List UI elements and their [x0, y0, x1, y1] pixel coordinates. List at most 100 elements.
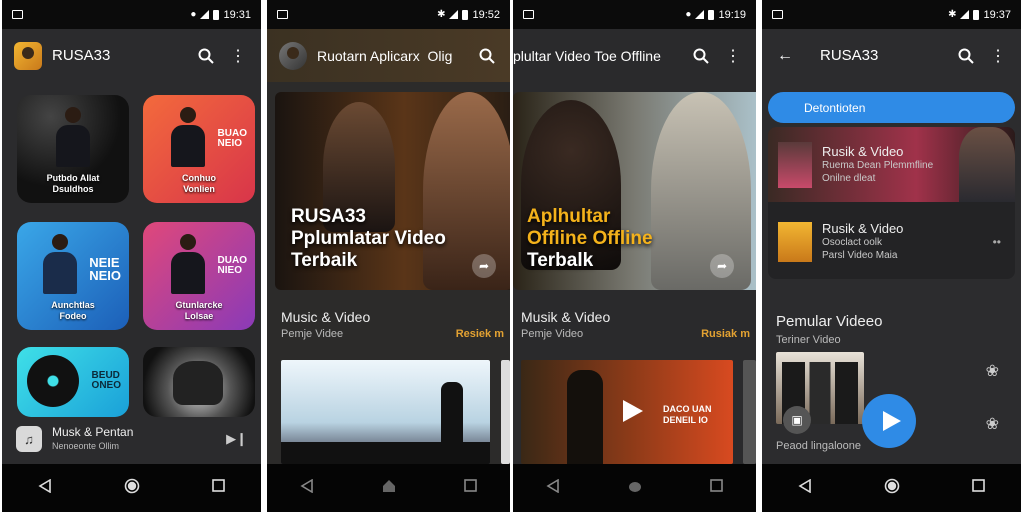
app-title: Ruotarn Aplicarx Olig: [317, 48, 466, 64]
gallery-icon: [523, 10, 534, 19]
status-bar: ● 19:31: [2, 0, 261, 29]
hero-line-1: RUSA33: [291, 206, 366, 227]
hero-banner[interactable]: RUSA33 Pplumlatar Video Terbaik ➦: [275, 92, 510, 290]
tile-6[interactable]: [143, 347, 255, 417]
video-thumbnail-next[interactable]: [743, 360, 756, 464]
settings-icon[interactable]: ❀: [986, 414, 999, 434]
play-icon[interactable]: [623, 400, 643, 422]
artist-portrait: [959, 127, 1015, 202]
tile-sublabel: Fodeo: [59, 311, 87, 321]
video-thumbnail[interactable]: [281, 360, 490, 464]
tile-side-text: BEUD ONEO: [91, 370, 121, 391]
skip-next-icon[interactable]: ▶❙: [226, 431, 247, 447]
nav-home-icon[interactable]: [627, 478, 643, 499]
nav-recents-icon[interactable]: [463, 479, 477, 497]
nav-home-icon[interactable]: [124, 478, 140, 499]
tile-label: Putbdo Allat: [46, 173, 100, 183]
app-avatar: [279, 41, 307, 70]
play-icon: [882, 411, 901, 431]
thumbnail-caption: Peaod lingaloone: [776, 440, 862, 452]
screen-home-grid: ● 19:31 RUSA33 ⋮ Putbdo Allat Dsuldhos BU…: [2, 0, 261, 512]
battery-icon: [213, 9, 220, 20]
back-arrow-icon[interactable]: ←: [774, 45, 796, 67]
wifi-icon: ●: [190, 9, 197, 20]
artist-figure: [170, 234, 205, 294]
tile-sublabel: Lolsae: [184, 311, 214, 321]
status-bar: ✱ 19:52: [267, 0, 510, 29]
section-title: Musik & Video: [521, 309, 611, 325]
more-options-icon[interactable]: ⋮: [722, 45, 744, 67]
mini-player-subtitle: Nenoeonte Ollim: [52, 441, 120, 451]
tile-5[interactable]: BEUD ONEO: [17, 347, 129, 417]
nav-recents-icon[interactable]: [972, 479, 985, 497]
share-icon[interactable]: ➦: [710, 254, 734, 278]
settings-icon[interactable]: ❀: [986, 361, 999, 381]
signal-icon: [200, 10, 210, 19]
gallery-icon: [12, 10, 23, 19]
section-subtitle: Pemje Video: [521, 328, 584, 340]
status-bar: ● 19:19: [513, 0, 756, 29]
tile-label: Gtunlarcke: [175, 300, 223, 310]
tile-4[interactable]: DUAO NIEO Gtunlarcke Lolsae: [143, 222, 255, 330]
nav-recents-icon[interactable]: [709, 479, 723, 497]
guitarist-figure: [42, 234, 77, 294]
nav-recents-icon[interactable]: [212, 479, 225, 497]
hero-line-3: Terbaik: [291, 250, 358, 271]
signal-icon: [449, 10, 459, 19]
tile-3[interactable]: NEIE NEIO Aunchtlas Fodeo: [17, 222, 129, 330]
search-icon[interactable]: [690, 45, 712, 67]
hero-banner[interactable]: Aplhultar Offline Offline Terbalk ➦: [513, 92, 756, 290]
tile-2[interactable]: BUAO NEIO Conhuo Vonlien: [143, 95, 255, 203]
signal-icon: [695, 10, 705, 19]
nav-back-icon[interactable]: [546, 478, 560, 498]
section-title: Pemular Videeo: [776, 313, 883, 330]
music-note-icon: ♫: [16, 426, 42, 452]
nav-back-icon[interactable]: [798, 478, 812, 498]
more-horizontal-icon[interactable]: ••: [993, 235, 1001, 249]
system-nav-bar: [513, 464, 756, 512]
hero-line-3: Terbalk: [527, 250, 594, 271]
app-title-extra: Olig: [427, 47, 453, 64]
action-pill-button[interactable]: Detontioten: [768, 92, 1015, 123]
hero-line-2: Pplumlatar Video: [291, 228, 446, 249]
search-icon[interactable]: [476, 45, 498, 67]
gallery-icon: [772, 10, 783, 19]
video-thumbnail-next[interactable]: [501, 360, 510, 464]
hero-person-right: [651, 92, 751, 290]
battery-icon: [973, 9, 980, 20]
more-options-icon[interactable]: ⋮: [987, 45, 1009, 67]
see-all-link[interactable]: Resiek m: [456, 328, 504, 340]
screen-featured: ✱ 19:52 Ruotarn Aplicarx Olig RUSA33 Ppl…: [267, 0, 510, 512]
list-item[interactable]: Rusik & Video Osoclact oolk Parsl Video …: [768, 204, 1015, 279]
nav-home-icon[interactable]: [381, 478, 397, 499]
see-all-link[interactable]: Rusiak m: [701, 328, 750, 340]
status-bar: ✱ 19:37: [762, 0, 1021, 29]
status-time: 19:31: [223, 8, 251, 21]
app-logo: [14, 41, 42, 70]
tile-side-text: NEIE NEIO: [89, 255, 121, 283]
app-bar: Ruotarn Aplicarx Olig: [267, 29, 510, 82]
list-item-line-3: Parsl Video Maia: [822, 250, 898, 261]
mini-player-title: Musk & Pentan: [52, 425, 134, 439]
more-options-icon[interactable]: ⋮: [227, 45, 249, 67]
share-icon[interactable]: ➦: [472, 254, 496, 278]
tile-label: Conhuo: [182, 173, 216, 183]
wifi-icon: ●: [685, 9, 692, 20]
tile-1[interactable]: Putbdo Allat Dsuldhos: [17, 95, 129, 203]
app-title: RUSA33: [820, 47, 879, 64]
mini-player[interactable]: ♫ Musk & Pentan Nenoeonte Ollim ▶❙: [2, 414, 261, 464]
nav-back-icon[interactable]: [38, 478, 52, 498]
nav-home-icon[interactable]: [884, 478, 900, 499]
app-bar: plultar Video Toe Offline ⋮: [513, 29, 756, 82]
video-thumbnail[interactable]: DACO UAN DENEIL IO: [521, 360, 733, 464]
hero-line-2: Offline Offline: [527, 228, 653, 249]
nav-back-icon[interactable]: [300, 478, 314, 498]
play-fab-button[interactable]: [862, 394, 916, 448]
section-title: Music & Video: [281, 309, 371, 325]
search-icon[interactable]: [195, 45, 217, 67]
artist-figure: [56, 107, 90, 167]
search-icon[interactable]: [955, 45, 977, 67]
crowd-silhouette: [281, 442, 490, 464]
list-item[interactable]: Rusik & Video Ruema Dean Plemmfline Onil…: [768, 127, 1015, 202]
list-item-line-2: Ruema Dean Plemmfline: [822, 160, 934, 171]
